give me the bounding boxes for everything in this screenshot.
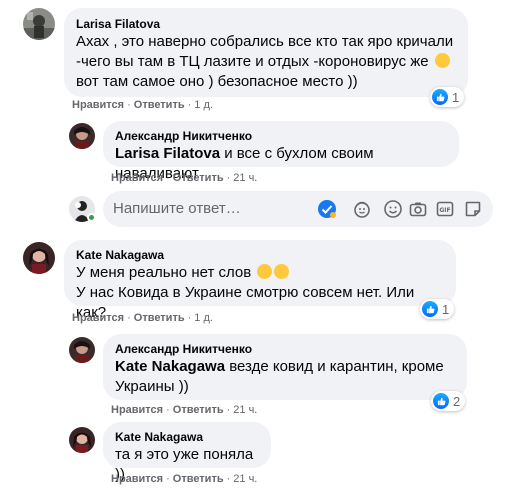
comment-author[interactable]: Александр Никитченко <box>115 128 447 144</box>
mention-link[interactable]: Larisa Filatova <box>115 145 220 162</box>
comment-author[interactable]: Kate Nakagawa <box>76 247 444 263</box>
comment-bubble: Kate Nakagawa та я это уже поняла )) <box>103 422 271 483</box>
comment-text-line: Украины )) <box>115 378 189 395</box>
camera-icon[interactable] <box>408 199 428 219</box>
reaction-count: 1 <box>452 89 460 105</box>
comment-actions: Нравится · Ответить · 1 д. <box>72 312 213 324</box>
mention-link[interactable]: Kate Nakagawa <box>115 358 225 375</box>
comment-author[interactable]: Kate Nakagawa <box>115 429 259 445</box>
reply-button[interactable]: Ответить <box>134 99 185 111</box>
avatar-aleksandr[interactable] <box>69 123 95 149</box>
timestamp[interactable]: 1 д. <box>194 99 213 111</box>
comment-author[interactable]: Александр Никитченко <box>115 341 455 357</box>
laughing-emoji-icon <box>434 53 450 68</box>
reaction-count: 1 <box>442 301 450 317</box>
comment-actions: Нравится · Ответить · 21 ч. <box>111 404 258 416</box>
reply-button[interactable]: Ответить <box>173 404 224 416</box>
reply-button[interactable]: Ответить <box>173 172 224 184</box>
timestamp[interactable]: 21 ч. <box>233 172 257 184</box>
avatar-larisa[interactable] <box>23 8 55 40</box>
comment-bubble: Kate Nakagawa У меня реально нет слов У … <box>64 240 456 321</box>
flushed-emoji-icon <box>257 264 273 279</box>
like-button[interactable]: Нравится <box>111 172 163 184</box>
like-icon <box>433 393 449 409</box>
comment-actions: Нравится · Ответить · 21 ч. <box>111 473 258 485</box>
comment-text-line: -чего вы там в ТЦ лазите и отдых -короно… <box>76 52 456 72</box>
like-icon <box>432 89 448 105</box>
reaction-count-badge[interactable]: 1 <box>430 87 465 107</box>
svg-text:GIF: GIF <box>439 207 450 214</box>
comment-text-line: У меня реально нет слов <box>76 263 444 283</box>
avatar-kate[interactable] <box>23 242 55 274</box>
reply-composer[interactable]: GIF <box>103 191 493 227</box>
timestamp[interactable]: 21 ч. <box>233 404 257 416</box>
gift-emoji-icon[interactable] <box>352 199 372 219</box>
avatar-kate[interactable] <box>69 427 95 453</box>
comment-actions: Нравится · Ответить · 21 ч. <box>111 172 258 184</box>
timestamp[interactable]: 21 ч. <box>233 473 257 485</box>
smiley-icon[interactable] <box>383 199 403 219</box>
sticker-icon[interactable] <box>463 199 483 219</box>
comment-author[interactable]: Larisa Filatova <box>76 16 456 32</box>
avatar-aleksandr[interactable] <box>69 337 95 363</box>
reply-button[interactable]: Ответить <box>173 473 224 485</box>
reaction-count: 2 <box>453 393 461 409</box>
reply-button[interactable]: Ответить <box>134 312 185 324</box>
reaction-count-badge[interactable]: 2 <box>431 391 466 411</box>
comment-bubble: Александр Никитченко Larisa Filatova и в… <box>103 121 459 182</box>
reaction-count-badge[interactable]: 1 <box>420 299 455 319</box>
gif-icon[interactable]: GIF <box>435 199 455 219</box>
check-icon[interactable] <box>317 199 337 219</box>
comment-text-line: Kate Nakagawa везде ковид и карантин, кр… <box>115 358 444 375</box>
comment-bubble: Александр Никитченко Kate Nakagawa везде… <box>103 334 467 400</box>
reply-input[interactable] <box>113 200 313 217</box>
comment-text-line: вот там самое оно ) безопасное место )) <box>76 73 358 90</box>
comment-bubble: Larisa Filatova Ахах , это наверно собра… <box>64 8 468 97</box>
screaming-emoji-icon <box>274 264 290 279</box>
like-button[interactable]: Нравится <box>111 404 163 416</box>
online-status-dot <box>87 213 96 222</box>
like-button[interactable]: Нравится <box>111 473 163 485</box>
like-button[interactable]: Нравится <box>72 312 124 324</box>
comment-text-line: Ахах , это наверно собрались все кто так… <box>76 33 454 50</box>
comment-actions: Нравится · Ответить · 1 д. <box>72 99 213 111</box>
like-icon <box>422 301 438 317</box>
timestamp[interactable]: 1 д. <box>194 312 213 324</box>
like-button[interactable]: Нравится <box>72 99 124 111</box>
